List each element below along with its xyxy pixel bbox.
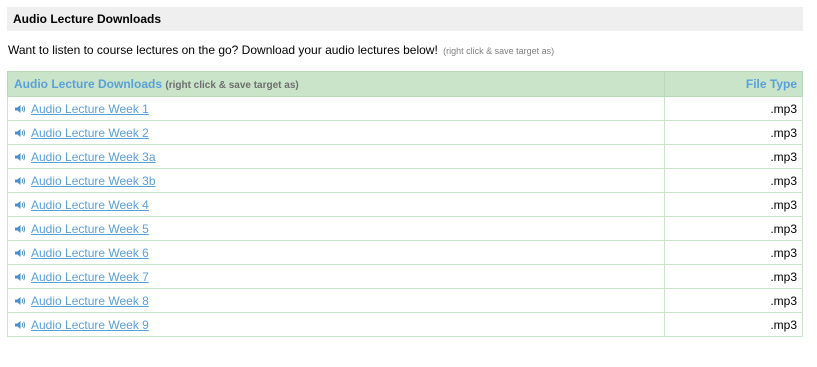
lecture-link[interactable]: Audio Lecture Week 8 <box>31 294 149 308</box>
table-body: Audio Lecture Week 1 .mp3 Audio Lecture We… <box>7 96 803 337</box>
file-type-cell: .mp3 <box>664 120 803 145</box>
file-type-cell: .mp3 <box>664 312 803 337</box>
file-type-cell: .mp3 <box>664 216 803 241</box>
downloads-table: Audio Lecture Downloads (right click & s… <box>7 71 803 337</box>
lecture-link[interactable]: Audio Lecture Week 4 <box>31 198 149 212</box>
table-row: Audio Lecture Week 3a .mp3 <box>7 144 803 169</box>
speaker-icon <box>15 151 26 161</box>
page: Audio Lecture Downloads Want to listen t… <box>0 0 817 367</box>
table-row: Audio Lecture Week 9 .mp3 <box>7 312 803 337</box>
speaker-icon <box>15 223 26 233</box>
file-type-cell: .mp3 <box>664 192 803 217</box>
file-type-cell: .mp3 <box>664 168 803 193</box>
lecture-link[interactable]: Audio Lecture Week 1 <box>31 102 149 116</box>
speaker-icon <box>15 103 26 113</box>
lecture-link[interactable]: Audio Lecture Week 7 <box>31 270 149 284</box>
lecture-link[interactable]: Audio Lecture Week 2 <box>31 126 149 140</box>
lecture-link[interactable]: Audio Lecture Week 6 <box>31 246 149 260</box>
table-row: Audio Lecture Week 3b .mp3 <box>7 168 803 193</box>
lecture-link[interactable]: Audio Lecture Week 3b <box>31 174 156 188</box>
intro-hint: (right click & save target as) <box>443 46 555 56</box>
lecture-link[interactable]: Audio Lecture Week 5 <box>31 222 149 236</box>
file-type-cell: .mp3 <box>664 264 803 289</box>
lecture-cell: Audio Lecture Week 1 <box>7 96 665 121</box>
table-row: Audio Lecture Week 5 .mp3 <box>7 216 803 241</box>
speaker-icon <box>15 199 26 209</box>
speaker-icon <box>15 127 26 137</box>
lecture-cell: Audio Lecture Week 3a <box>7 144 665 169</box>
table-header-row: Audio Lecture Downloads (right click & s… <box>7 71 803 97</box>
table-row: Audio Lecture Week 4 .mp3 <box>7 192 803 217</box>
table-row: Audio Lecture Week 2 .mp3 <box>7 120 803 145</box>
header-hint: (right click & save target as) <box>165 80 299 91</box>
lecture-link[interactable]: Audio Lecture Week 9 <box>31 318 149 332</box>
table-row: Audio Lecture Week 7 .mp3 <box>7 264 803 289</box>
intro-message: Want to listen to course lectures on the… <box>8 43 438 57</box>
header-file-type: File Type <box>664 71 803 97</box>
intro-text: Want to listen to course lectures on the… <box>8 43 554 57</box>
section-title: Audio Lecture Downloads <box>7 7 803 31</box>
speaker-icon <box>15 295 26 305</box>
file-type-cell: .mp3 <box>664 240 803 265</box>
lecture-cell: Audio Lecture Week 9 <box>7 312 665 337</box>
speaker-icon <box>15 319 26 329</box>
speaker-icon <box>15 271 26 281</box>
speaker-icon <box>15 175 26 185</box>
lecture-cell: Audio Lecture Week 5 <box>7 216 665 241</box>
table-row: Audio Lecture Week 6 .mp3 <box>7 240 803 265</box>
speaker-icon <box>15 247 26 257</box>
file-type-cell: .mp3 <box>664 96 803 121</box>
lecture-link[interactable]: Audio Lecture Week 3a <box>31 150 156 164</box>
lecture-cell: Audio Lecture Week 6 <box>7 240 665 265</box>
lecture-cell: Audio Lecture Week 4 <box>7 192 665 217</box>
file-type-cell: .mp3 <box>664 144 803 169</box>
lecture-cell: Audio Lecture Week 3b <box>7 168 665 193</box>
header-title-cell: Audio Lecture Downloads (right click & s… <box>7 71 665 97</box>
file-type-cell: .mp3 <box>664 288 803 313</box>
lecture-cell: Audio Lecture Week 7 <box>7 264 665 289</box>
lecture-cell: Audio Lecture Week 2 <box>7 120 665 145</box>
table-row: Audio Lecture Week 1 .mp3 <box>7 96 803 121</box>
table-row: Audio Lecture Week 8 .mp3 <box>7 288 803 313</box>
header-title: Audio Lecture Downloads <box>14 77 163 91</box>
lecture-cell: Audio Lecture Week 8 <box>7 288 665 313</box>
